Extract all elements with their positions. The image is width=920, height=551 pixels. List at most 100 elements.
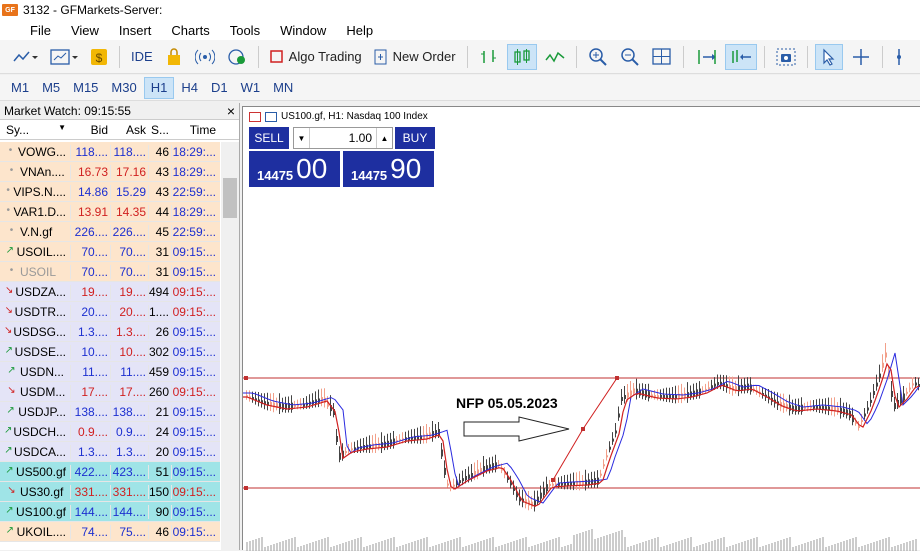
market-watch-row[interactable]: • VOWG... 118.... 118.... 46 18:29:... (0, 142, 220, 162)
lot-value[interactable]: 1.00 (310, 131, 376, 145)
market-watch-row[interactable]: ↗ USDN... 11.... 11.... 459 09:15:... (0, 362, 220, 382)
market-watch-row[interactable]: • VNAn.... 16.73 17.16 43 18:29:... (0, 162, 220, 182)
zoom-out-icon[interactable] (616, 44, 644, 70)
candle-body (846, 409, 848, 416)
buy-price[interactable]: 14475 90 (343, 151, 434, 187)
menu-insert[interactable]: Insert (109, 23, 162, 38)
chart-symbol-icon[interactable] (265, 111, 277, 122)
row-time: 09:15:... (171, 364, 219, 379)
market-watch-row[interactable]: ↘ US30.gf 331.... 331.... 150 09:15:... (0, 482, 220, 502)
title-bar: GF 3132 - GFMarkets-Server: (0, 0, 920, 20)
new-order-button[interactable]: New Order (370, 44, 460, 70)
line-chart-icon[interactable] (541, 44, 569, 70)
toolbar-separator (257, 45, 259, 68)
market-watch-row[interactable]: ↗ US500.gf 422.... 423.... 51 09:15:... (0, 462, 220, 482)
candle-body (885, 352, 887, 358)
column-bid[interactable]: Bid (70, 123, 110, 137)
menu-file[interactable]: File (0, 23, 61, 38)
sell-button[interactable]: SELL (249, 127, 289, 149)
close-icon[interactable]: × (227, 103, 235, 119)
menu-help[interactable]: Help (336, 23, 383, 38)
row-spread: 150 (148, 484, 170, 499)
timeframe-w1[interactable]: W1 (235, 77, 267, 99)
menu-charts[interactable]: Charts (161, 23, 219, 38)
timeframe-d1[interactable]: D1 (205, 77, 234, 99)
row-time: 09:15:... (171, 464, 219, 479)
row-time: 09:15:... (171, 504, 219, 519)
arrow-up-icon: ↗ (7, 364, 16, 376)
column-symbol[interactable]: Sy... ▼ (0, 123, 70, 137)
timeframe-m5[interactable]: M5 (36, 77, 66, 99)
market-watch-row[interactable]: • VAR1.D... 13.91 14.35 44 18:29:... (0, 202, 220, 222)
market-watch-scrollbar[interactable] (221, 142, 239, 550)
market-watch-row[interactable]: • USOIL 70.... 70.... 31 09:15:... (0, 262, 220, 282)
timeframe-mn[interactable]: MN (267, 77, 299, 99)
market-watch-row[interactable]: ↗ UKOIL.... 74.... 75.... 46 09:15:... (0, 522, 220, 542)
menu-view[interactable]: View (61, 23, 109, 38)
column-time[interactable]: Time (171, 123, 219, 137)
window-title: 3132 - GFMarkets-Server: (23, 3, 163, 17)
lot-size-input[interactable]: ▼ 1.00 ▲ (293, 127, 393, 149)
cursor-icon[interactable] (814, 43, 843, 70)
candle-body (915, 382, 917, 386)
column-ask[interactable]: Ask (110, 123, 148, 137)
timeframe-m15[interactable]: M15 (67, 77, 104, 99)
row-time: 09:15:... (171, 324, 219, 339)
templates-icon[interactable] (46, 44, 82, 70)
timeframe-h1[interactable]: H1 (143, 76, 175, 99)
row-time: 18:29:... (171, 144, 219, 159)
timeframe-m1[interactable]: M1 (5, 77, 35, 99)
row-bid: 70.... (70, 244, 110, 259)
market-watch-row[interactable]: ↗ USDSE... 10.... 10.... 302 09:15:... (0, 342, 220, 362)
zoom-in-icon[interactable] (584, 44, 612, 70)
row-spread: 24 (148, 424, 171, 439)
timeframe-h4[interactable]: H4 (175, 77, 204, 99)
candle-body (513, 488, 515, 491)
tile-windows-icon[interactable] (648, 44, 676, 70)
timeframe-m30[interactable]: M30 (105, 77, 142, 99)
svg-text:$: $ (96, 51, 103, 65)
market-watch-row[interactable]: • V.N.gf 226.... 226.... 45 22:59:... (0, 222, 220, 242)
crosshair-icon[interactable] (847, 44, 875, 70)
algo-trading-button[interactable]: Algo Trading (266, 44, 366, 70)
market-watch-row[interactable]: ↘ USDTR... 20.... 20.... 1.... 09:15:... (0, 302, 220, 322)
scrollbar-thumb[interactable] (223, 178, 237, 218)
ide-button[interactable]: IDE (127, 44, 157, 70)
market-watch-row[interactable]: ↗ USDCH... 0.9.... 0.9.... 24 09:15:... (0, 422, 220, 442)
market-watch-row[interactable]: ↗ USDJP... 138.... 138.... 21 09:15:... (0, 402, 220, 422)
vps-icon[interactable] (223, 44, 251, 70)
screenshot-icon[interactable] (772, 44, 800, 70)
market-watch-row[interactable]: ↘ USDM... 17.... 17.... 260 09:15:... (0, 382, 220, 402)
chart-menu-icon[interactable] (249, 111, 261, 122)
lot-increase-icon[interactable]: ▲ (376, 128, 392, 148)
candle-body (912, 383, 914, 386)
market-watch-row[interactable]: • VIPS.N.... 14.86 15.29 43 22:59:... (0, 182, 220, 202)
market-watch-row[interactable]: ↘ USDSG... 1.3.... 1.3.... 26 09:15:... (0, 322, 220, 342)
dollar-icon[interactable]: $ (86, 44, 112, 70)
bar-chart-icon[interactable] (475, 44, 503, 70)
market-watch-row[interactable]: ↗ US100.gf 144.... 144.... 90 09:15:... (0, 502, 220, 522)
lot-decrease-icon[interactable]: ▼ (294, 128, 310, 148)
market-watch-panel: Market Watch: 09:15:55 × Sy... ▼ Bid Ask … (0, 103, 240, 550)
sell-price[interactable]: 14475 00 (249, 151, 340, 187)
row-symbol: VIPS.N.... (13, 184, 66, 199)
row-ask: 20.... (110, 304, 148, 319)
menu-window[interactable]: Window (270, 23, 336, 38)
signal-icon[interactable] (191, 44, 219, 70)
candlestick-icon[interactable] (506, 43, 537, 70)
vertical-line-icon[interactable] (890, 44, 908, 70)
market-watch-row[interactable]: ↗ USOIL.... 70.... 70.... 31 09:15:... (0, 242, 220, 262)
chart-type-line-icon[interactable] (8, 44, 42, 70)
lock-bag-icon[interactable] (161, 44, 187, 70)
candle-body (876, 382, 878, 387)
market-watch-row[interactable]: ↘ USDZA... 19.... 19.... 494 09:15:... (0, 282, 220, 302)
row-ask: 331.... (110, 484, 148, 499)
chart-shift-icon[interactable] (724, 43, 757, 70)
column-spread[interactable]: S... (148, 123, 171, 137)
autoscroll-icon[interactable] (691, 44, 721, 70)
chart-window[interactable]: US100.gf, H1: Nasdaq 100 Index SELL ▼ 1.… (242, 106, 920, 551)
market-watch-row[interactable]: ↗ USDCA... 1.3.... 1.3.... 20 09:15:... (0, 442, 220, 462)
sell-price-prefix: 14475 (257, 168, 294, 183)
menu-tools[interactable]: Tools (220, 23, 270, 38)
buy-button[interactable]: BUY (395, 127, 435, 149)
